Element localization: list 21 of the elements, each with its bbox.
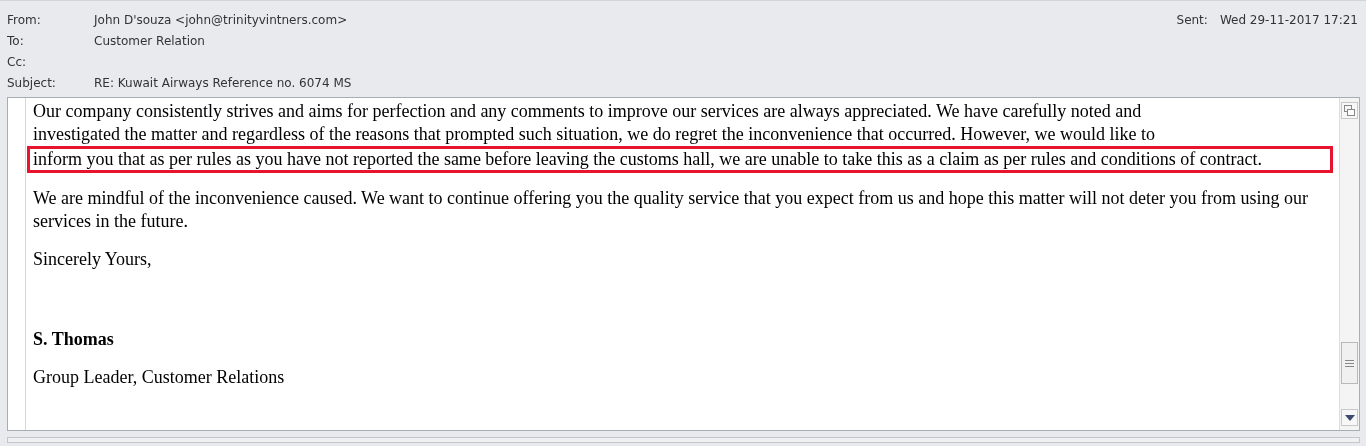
field-label: Cc: bbox=[7, 53, 28, 71]
field-value: John D'souza <john@trinityvintners.com> bbox=[94, 11, 348, 29]
body-paragraph: We are mindful of the inconvenience caused. We want to continue offering you the quality service that you expect from us and hope this matter will not deter you from using our services in the future. bbox=[33, 187, 1310, 233]
scrollbar-thumb[interactable] bbox=[1341, 342, 1358, 384]
field-value: Customer Relation bbox=[94, 32, 205, 50]
field-label: To: bbox=[7, 32, 25, 50]
down-arrow-icon bbox=[1344, 414, 1355, 421]
field-label: Subject: bbox=[7, 74, 57, 92]
restore-icon[interactable] bbox=[1341, 102, 1358, 119]
signature-name: S. Thomas bbox=[33, 328, 115, 351]
body-text-line: Our company consistently strives and aims for perfection and any comments to improve our services are always appreciated. We have carefully noted and bbox=[33, 100, 1143, 123]
sent-label: Sent: bbox=[1176, 11, 1208, 29]
body-text-line: investigated the matter and regardless of the reasons that prompted such situation, we do regret the inconvenience that occurred. However, we would like to bbox=[33, 123, 1156, 146]
sent-date: Wed 29-11-2017 17:21 bbox=[1219, 11, 1358, 29]
body-paragraph: Sincerely Yours, bbox=[33, 248, 153, 271]
field-value: RE: Kuwait Airways Reference no. 6074 MS bbox=[94, 74, 352, 92]
highlighted-text: inform you that as per rules as you have not reported the same before leaving the customs hall, we are unable to take this as a claim as per rules and conditions of contract. bbox=[27, 146, 1333, 173]
grip-icon bbox=[1345, 359, 1354, 367]
scroll-down-button[interactable] bbox=[1341, 409, 1358, 426]
field-label: From: bbox=[7, 11, 42, 29]
body-paragraph: Group Leader, Customer Relations bbox=[33, 366, 286, 389]
